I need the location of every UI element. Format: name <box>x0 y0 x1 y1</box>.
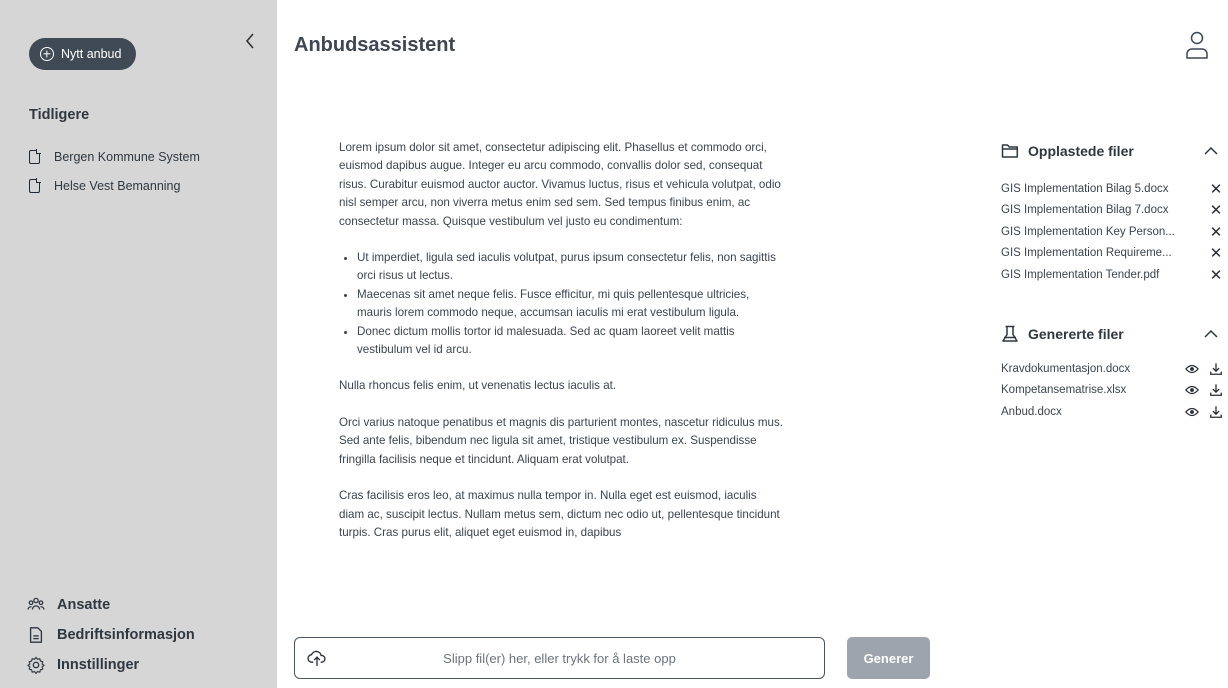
generated-file-row: Anbud.docx <box>1001 401 1223 423</box>
uploaded-files-header[interactable]: Opplastede filer <box>1001 141 1223 161</box>
document-icon <box>29 148 41 164</box>
chevron-up-icon[interactable] <box>1203 326 1219 342</box>
file-name: Kompetansematrise.xlsx <box>1001 384 1127 397</box>
uploaded-file-row: GIS Implementation Bilag 7.docx ✕ <box>1001 200 1223 222</box>
generate-button[interactable]: Generer <box>847 637 930 679</box>
file-dropzone[interactable]: Slipp fil(er) her, eller trykk for å las… <box>294 637 825 679</box>
flask-icon <box>1002 325 1018 342</box>
nav-item-settings[interactable]: Innstillinger <box>27 650 195 680</box>
nav-item-label: Innstillinger <box>57 657 140 673</box>
file-name: GIS Implementation Key Person... <box>1001 225 1175 238</box>
nav-item-company-info[interactable]: Bedriftsinformasjon <box>27 620 195 650</box>
user-icon[interactable] <box>1185 30 1209 62</box>
history-list: Bergen Kommune System Helse Vest Bemanni… <box>29 142 200 200</box>
download-icon[interactable] <box>1209 383 1223 397</box>
list-item: Ut imperdiet, ligula sed iaculis volutpa… <box>357 249 784 286</box>
history-item-bergen[interactable]: Bergen Kommune System <box>29 142 200 171</box>
bottom-nav: Ansatte Bedriftsinformasjon Innstillinge… <box>27 590 195 680</box>
download-icon[interactable] <box>1209 362 1223 376</box>
folder-icon <box>1001 144 1019 158</box>
uploaded-file-row: GIS Implementation Key Person... ✕ <box>1001 221 1223 243</box>
chevron-left-icon[interactable] <box>244 32 256 50</box>
file-name: Kravdokumentasjon.docx <box>1001 362 1131 375</box>
nav-item-label: Bedriftsinformasjon <box>57 627 195 643</box>
new-tender-label: Nytt anbud <box>61 47 122 61</box>
history-item-label: Helse Vest Bemanning <box>54 178 181 193</box>
document-icon <box>29 177 41 193</box>
remove-file-icon[interactable]: ✕ <box>1209 180 1223 198</box>
chevron-up-icon[interactable] <box>1203 143 1219 159</box>
response-content: Lorem ipsum dolor sit amet, consectetur … <box>339 139 784 629</box>
generated-file-row: Kompetansematrise.xlsx <box>1001 380 1223 402</box>
generated-files-panel: Genererte filer Kravdokumentasjon.docx K… <box>1001 324 1223 423</box>
nav-item-label: Ansatte <box>57 597 111 613</box>
list-item: Donec dictum mollis tortor id malesuada.… <box>357 323 784 360</box>
people-icon <box>27 597 45 610</box>
bullet-list: Ut imperdiet, ligula sed iaculis volutpa… <box>357 249 784 359</box>
generated-files-title: Genererte filer <box>1028 326 1124 342</box>
eye-icon[interactable] <box>1185 362 1199 376</box>
remove-file-icon[interactable]: ✕ <box>1209 244 1223 262</box>
file-name: GIS Implementation Requireme... <box>1001 247 1172 260</box>
history-item-helse-vest[interactable]: Helse Vest Bemanning <box>29 171 200 200</box>
history-item-label: Bergen Kommune System <box>54 149 200 164</box>
download-icon[interactable] <box>1209 405 1223 419</box>
file-name: GIS Implementation Bilag 5.docx <box>1001 182 1169 195</box>
generated-file-row: Kravdokumentasjon.docx <box>1001 358 1223 380</box>
file-name: GIS Implementation Bilag 7.docx <box>1001 204 1169 217</box>
remove-file-icon[interactable]: ✕ <box>1209 201 1223 219</box>
uploaded-files-title: Opplastede filer <box>1028 143 1134 159</box>
uploaded-files-panel: Opplastede filer GIS Implementation Bila… <box>1001 141 1223 286</box>
paragraph: Cras facilisis eros leo, at maximus null… <box>339 489 780 539</box>
list-item: Maecenas sit amet neque felis. Fusce eff… <box>357 286 784 323</box>
uploaded-file-row: GIS Implementation Requireme... ✕ <box>1001 243 1223 265</box>
remove-file-icon[interactable]: ✕ <box>1209 266 1223 284</box>
dropzone-placeholder: Slipp fil(er) her, eller trykk for å las… <box>443 650 676 666</box>
new-tender-button[interactable]: Nytt anbud <box>29 38 137 70</box>
eye-icon[interactable] <box>1185 383 1199 397</box>
sidebar: Nytt anbud Tidligere Bergen Kommune Syst… <box>0 0 277 688</box>
file-name: GIS Implementation Tender.pdf <box>1001 268 1160 281</box>
nav-item-employees[interactable]: Ansatte <box>27 590 195 620</box>
paragraph: Orci varius natoque penatibus et magnis … <box>339 415 783 466</box>
paragraph: Lorem ipsum dolor sit amet, consectetur … <box>339 141 781 228</box>
history-title: Tidligere <box>29 107 90 123</box>
content-fade <box>330 575 800 630</box>
page-title: Anbudsassistent <box>294 34 456 56</box>
plus-circle-icon <box>40 47 54 61</box>
paragraph: Nulla rhoncus felis enim, ut venenatis l… <box>339 379 617 393</box>
uploaded-file-row: GIS Implementation Tender.pdf ✕ <box>1001 264 1223 286</box>
generated-files-header[interactable]: Genererte filer <box>1001 324 1223 344</box>
uploaded-file-row: GIS Implementation Bilag 5.docx ✕ <box>1001 178 1223 200</box>
eye-icon[interactable] <box>1185 405 1199 419</box>
cloud-upload-icon <box>307 650 326 667</box>
file-name: Anbud.docx <box>1001 405 1062 418</box>
gear-icon <box>27 656 45 674</box>
document-icon <box>29 627 43 643</box>
remove-file-icon[interactable]: ✕ <box>1209 223 1223 241</box>
